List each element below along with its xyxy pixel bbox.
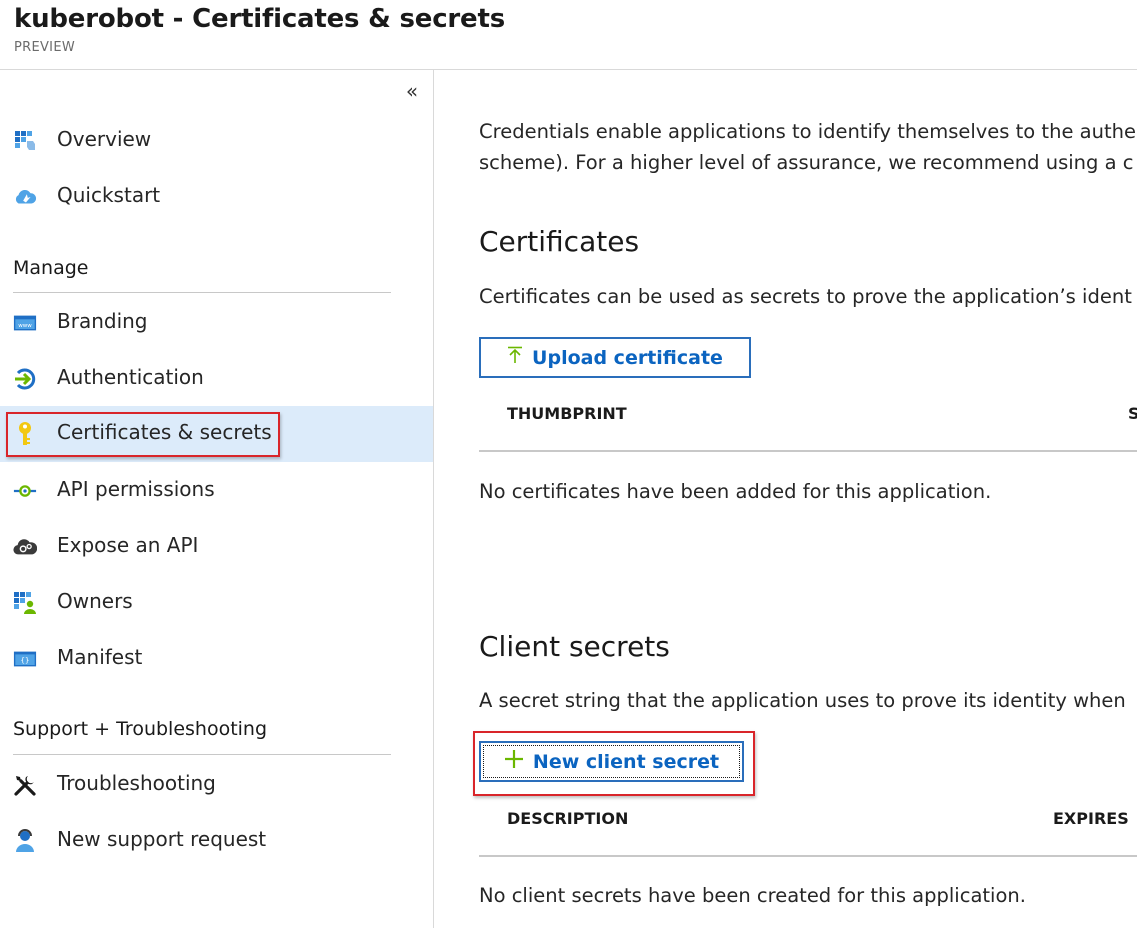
certificates-empty-message: No certificates have been added for this… [479,480,992,503]
key-icon [13,422,37,446]
expose-api-cloud-gear-icon [13,535,37,559]
sidebar-item-label: Quickstart [57,183,161,207]
table-divider [479,450,1137,452]
divider [13,754,391,755]
sidebar-item-certificates-secrets[interactable]: Certificates & secrets [0,406,433,462]
sidebar-item-label: Certificates & secrets [57,420,272,444]
column-header-description[interactable]: DESCRIPTION [507,809,628,828]
intro-line: scheme). For a higher level of assurance… [479,151,1134,174]
sidebar-item-branding[interactable]: www Branding [0,295,433,351]
sidebar-item-label: API permissions [57,477,215,501]
upload-arrow-icon [507,346,523,369]
sidebar-item-owners[interactable]: Owners [0,575,433,631]
support-heading: Support + Troubleshooting [13,718,268,740]
column-header-expires[interactable]: EXPIRES [1053,809,1129,828]
client-secrets-description: A secret string that the application use… [479,689,1126,712]
authentication-arrow-icon [13,367,37,391]
client-secrets-empty-message: No client secrets have been created for … [479,884,1026,907]
sidebar-item-label: New support request [57,827,267,851]
plus-icon [504,749,524,774]
intro-line: Credentials enable applications to ident… [479,120,1136,143]
wrench-screwdriver-icon [13,773,37,797]
main-content: Credentials enable applications to ident… [435,70,1137,928]
new-client-secret-label: New client secret [532,750,720,773]
sidebar-item-label: Authentication [57,365,204,389]
sidebar-item-api-permissions[interactable]: API permissions [0,463,433,519]
manage-heading: Manage [13,257,89,279]
owners-grid-user-icon [13,591,37,615]
sidebar-item-label: Owners [57,589,133,613]
certificates-heading: Certificates [479,225,640,258]
support-person-icon [13,829,37,853]
preview-label: PREVIEW [14,40,75,55]
sidebar-item-label: Overview [57,127,152,151]
branding-www-icon: www [13,311,37,335]
new-client-secret-button[interactable]: New client secret [479,741,744,782]
svg-text:{}: {} [21,656,30,665]
overview-grid-icon [13,129,37,153]
sidebar-item-quickstart[interactable]: Quickstart [0,169,433,225]
svg-text:www: www [18,323,32,329]
sidebar-item-expose-an-api[interactable]: Expose an API [0,519,433,575]
quickstart-cloud-icon [13,185,37,209]
client-secrets-heading: Client secrets [479,630,670,663]
sidebar-item-label: Expose an API [57,533,199,557]
sidebar-item-authentication[interactable]: Authentication [0,351,433,407]
sidebar-item-new-support-request[interactable]: New support request [0,813,433,869]
divider [13,292,391,293]
intro-text: Credentials enable applications to ident… [479,116,1137,178]
sidebar-item-label: Troubleshooting [57,771,216,795]
sidebar-item-manifest[interactable]: {} Manifest [0,631,433,687]
sidebar-item-overview[interactable]: Overview [0,113,433,169]
sidebar-item-label: Manifest [57,645,143,669]
page-title: kuberobot - Certificates & secrets [14,4,505,34]
api-permissions-icon [13,479,37,503]
sidebar-item-troubleshooting[interactable]: Troubleshooting [0,757,433,813]
sidebar: « Overview Quickstart Manage www Brandin… [0,70,434,928]
column-header-thumbprint[interactable]: THUMBPRINT [507,404,627,423]
certificates-description: Certificates can be used as secrets to p… [479,285,1132,308]
column-header-partial[interactable]: S [1128,404,1137,423]
upload-certificate-button[interactable]: Upload certificate [479,337,751,378]
collapse-sidebar-button[interactable]: « [400,80,424,104]
blade-header: kuberobot - Certificates & secrets PREVI… [0,0,1137,70]
table-divider [479,855,1137,857]
sidebar-item-label: Branding [57,309,148,333]
manifest-braces-icon: {} [13,647,37,671]
upload-certificate-label: Upload certificate [532,346,723,369]
